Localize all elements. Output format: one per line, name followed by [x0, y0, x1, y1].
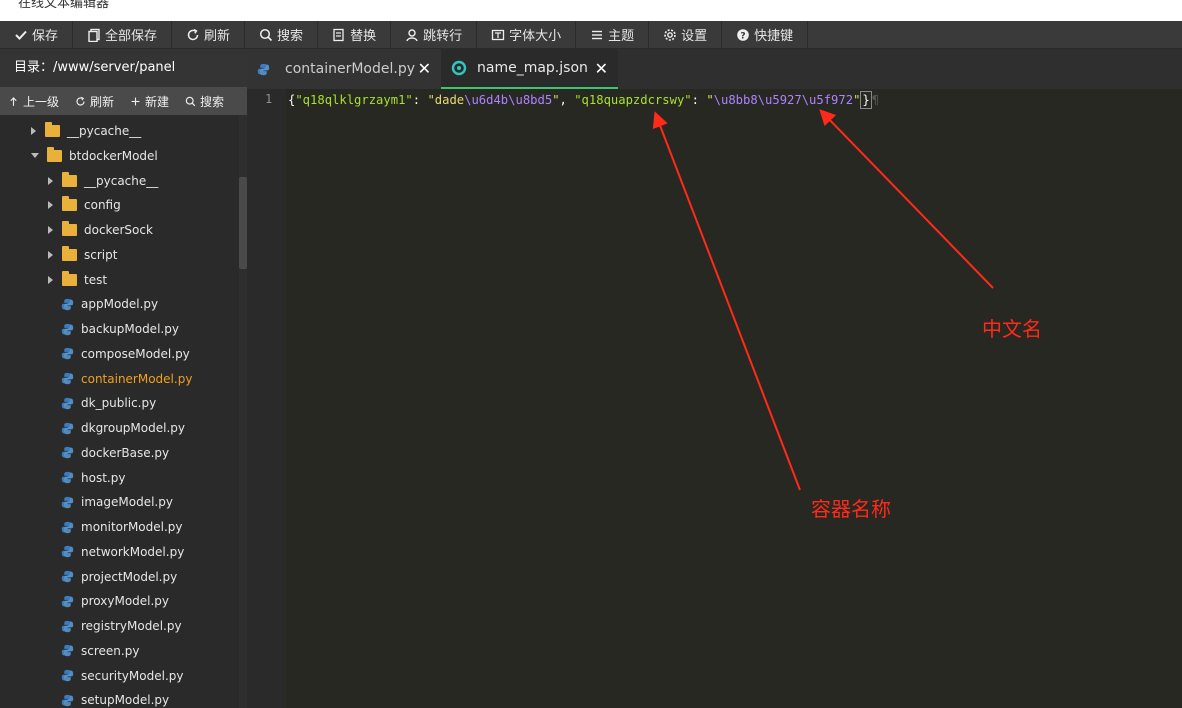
container-name-arrow [652, 111, 801, 491]
chinese-name-annotation: 中文名 [982, 317, 1042, 341]
container-name-annotation: 容器名称 [811, 497, 891, 521]
chinese-name-arrow [819, 109, 994, 289]
annotation-arrows [652, 109, 994, 491]
